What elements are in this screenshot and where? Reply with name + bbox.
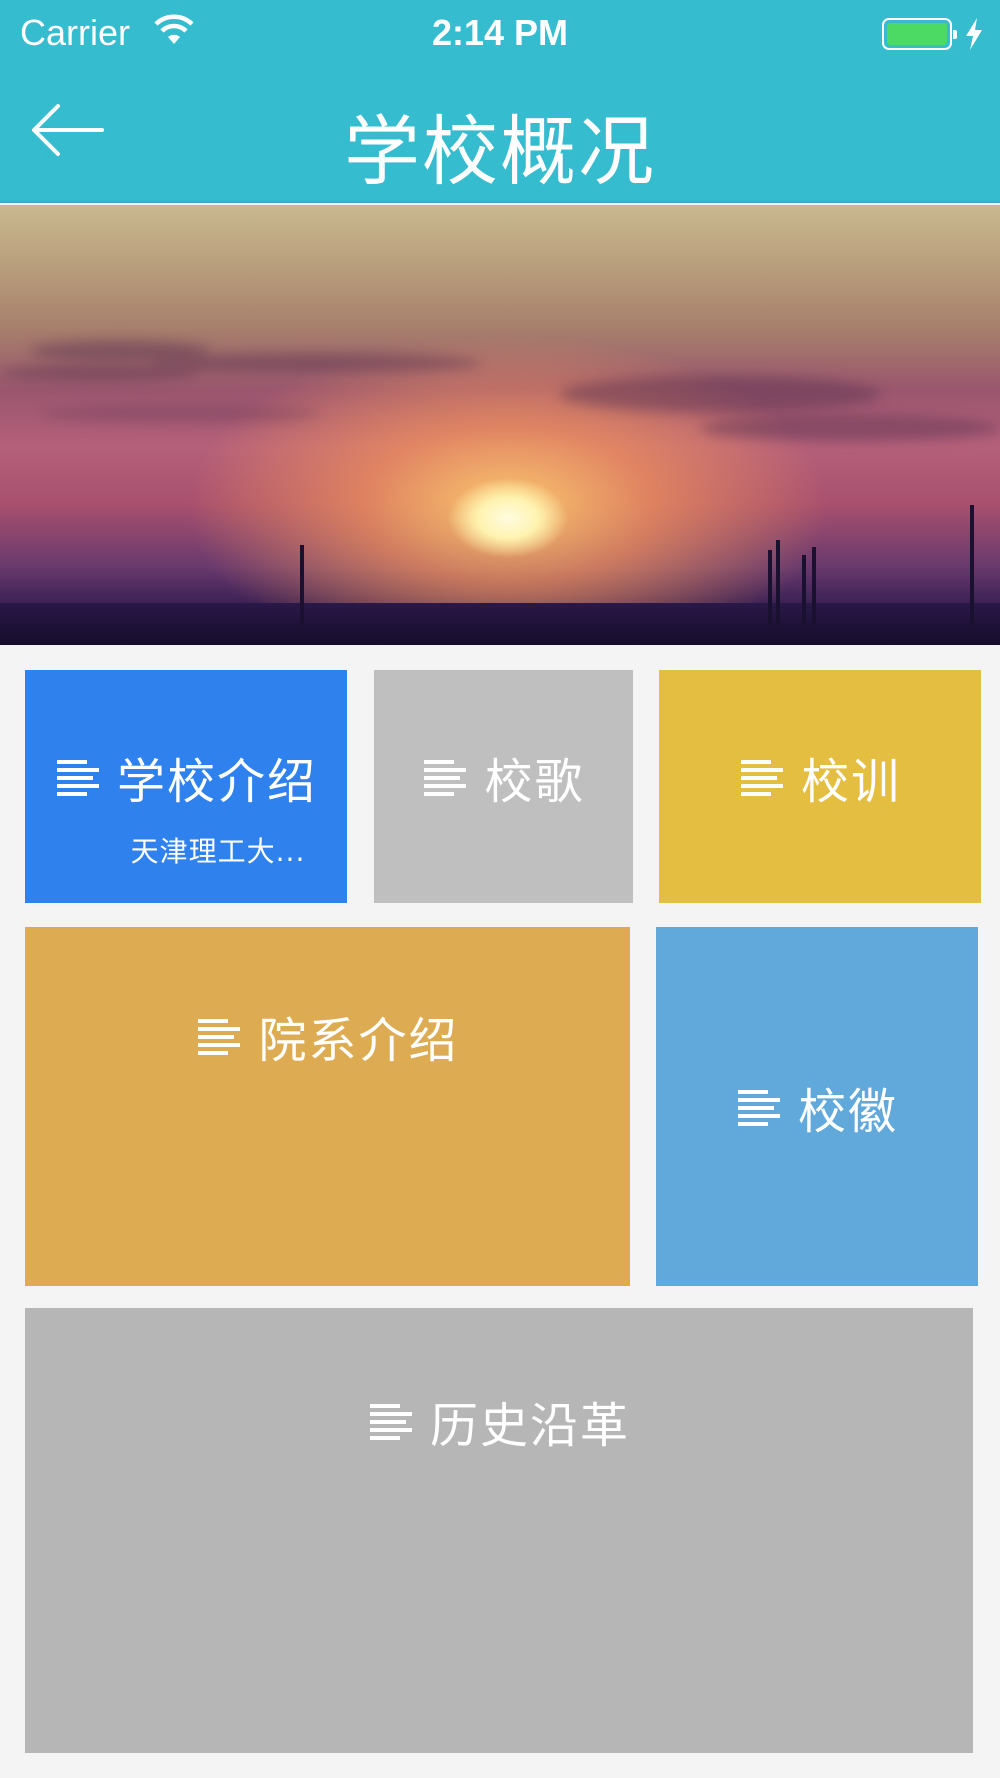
tile-subtitle: 天津理工大...: [130, 835, 306, 868]
status-bar: Carrier 2:14 PM: [0, 0, 1000, 68]
tile-label: 学校介绍: [116, 754, 317, 810]
status-time: 2:14 PM: [431, 12, 569, 53]
tile-label: 院系介绍: [258, 1013, 459, 1069]
tile-school-song[interactable]: 校歌: [374, 670, 633, 903]
battery-icon: [882, 18, 957, 50]
charging-bolt-icon: [966, 18, 982, 50]
navigation-bar: 学校概况: [0, 68, 1000, 203]
menu-lines-icon: [737, 1089, 780, 1126]
tile-label: 历史沿革: [429, 1398, 630, 1454]
menu-lines-icon: [369, 1404, 412, 1440]
page-title: 学校概况: [344, 107, 656, 196]
tile-school-intro[interactable]: 学校介绍 天津理工大...: [25, 670, 347, 903]
menu-lines-icon: [198, 1019, 241, 1055]
tile-departments[interactable]: 院系介绍: [25, 927, 630, 1286]
tile-label: 校歌: [484, 754, 585, 810]
app-header: Carrier 2:14 PM 学校概况: [0, 0, 1000, 203]
tile-school-motto[interactable]: 校训: [659, 670, 981, 903]
tile-school-emblem[interactable]: 校徽: [656, 927, 978, 1286]
menu-lines-icon: [740, 760, 783, 796]
menu-lines-icon: [424, 760, 467, 796]
sunset-banner-image: [0, 205, 1000, 645]
battery-level: [887, 23, 947, 45]
tile-history[interactable]: 历史沿革: [25, 1308, 973, 1753]
tile-label: 校训: [800, 754, 901, 810]
menu-lines-icon: [56, 760, 99, 796]
tile-label: 校徽: [797, 1083, 898, 1140]
